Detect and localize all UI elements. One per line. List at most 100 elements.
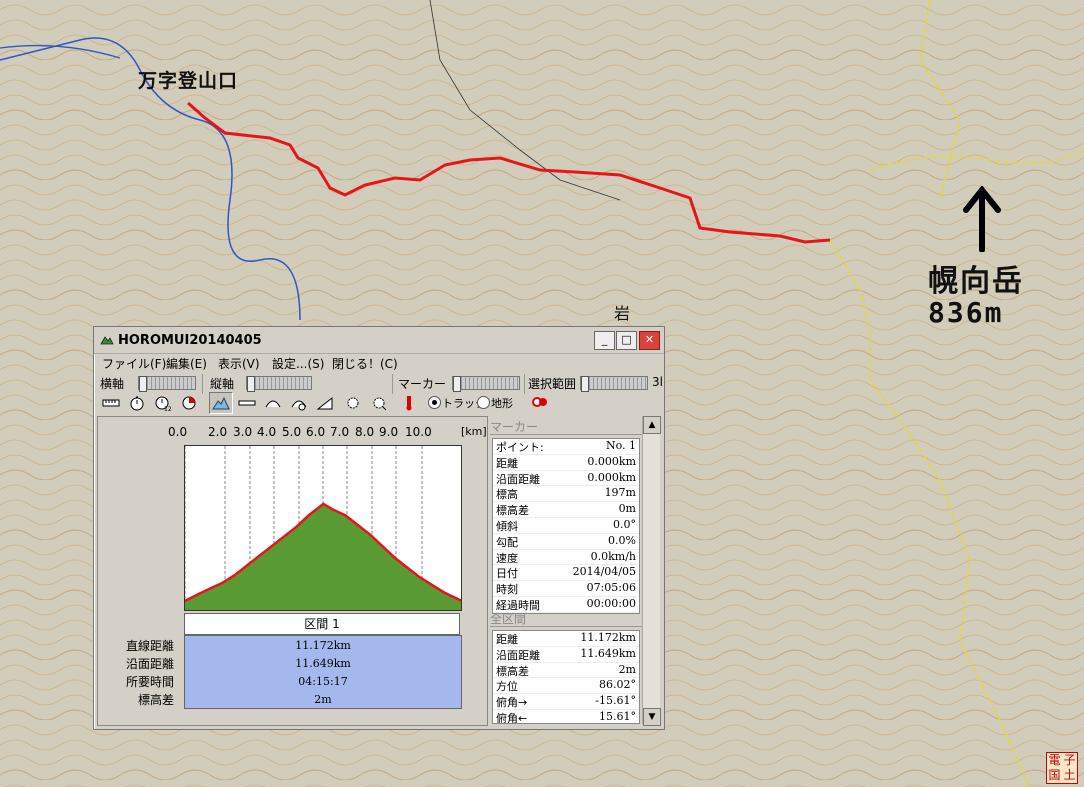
marker-label: マーカー (398, 377, 447, 391)
slope-icon[interactable] (313, 392, 337, 414)
selection-range-slider[interactable] (580, 376, 648, 392)
title-bar[interactable]: HOROMUI20140405 _ □ ✕ (94, 327, 664, 354)
peak-name-label: 幌向岳 (928, 264, 1024, 299)
info-value: 0.0° (613, 517, 636, 531)
trailhead-label: 万字登山口 (138, 70, 239, 92)
horizontal-ruler-icon[interactable] (235, 392, 259, 414)
info-panel: マーカー ポイント: No. 1 距離 0.000km 沿面距離 0.000km 標高 197… (490, 416, 642, 724)
x-tick-label: 5.0 (282, 425, 302, 439)
elevation-diff-value: 2m (314, 693, 332, 706)
elevation-point (196, 593, 199, 596)
info-value: 07:05:06 (586, 581, 636, 595)
section-header[interactable]: 区間 1 (184, 613, 460, 635)
info-row: 沿面距離 0.000km (493, 471, 639, 487)
elevation-point (406, 566, 409, 569)
profile-window: HOROMUI20140405 _ □ ✕ ファイル(F) 編集(E) 表示(V… (93, 326, 665, 730)
elevation-point (430, 583, 434, 587)
horizontal-axis-label: 横軸 (100, 377, 125, 391)
menu-settings[interactable]: 設定...(S) (272, 355, 324, 372)
menu-view[interactable]: 表示(V) (218, 355, 260, 372)
minimize-button[interactable]: _ (594, 331, 615, 350)
slider-knob[interactable] (581, 376, 589, 392)
surface-distance-value: 11.649km (295, 657, 351, 670)
info-value: 2m (618, 662, 636, 676)
info-key: 俯角→ (496, 696, 528, 710)
elevation-profile-chart[interactable] (184, 445, 462, 611)
map-stamp: 電 子 国 土 (1046, 752, 1078, 784)
info-value: 11.172km (580, 631, 636, 644)
pie-icon[interactable] (177, 392, 201, 414)
info-scrollbar[interactable]: ▲ ▼ (642, 416, 661, 726)
terrain-radio[interactable] (477, 396, 490, 409)
elevation-point (332, 508, 335, 511)
info-row: 距離 0.000km (493, 455, 639, 471)
slider-knob[interactable] (247, 376, 255, 392)
info-value: 197m (604, 486, 636, 500)
horizontal-axis-slider[interactable] (138, 376, 196, 392)
slider-knob[interactable] (139, 376, 147, 392)
scroll-down-button[interactable]: ▼ (643, 708, 661, 726)
slider-knob[interactable] (453, 376, 461, 392)
x-tick-label: 9.0 (379, 425, 399, 439)
info-row: 俯角→ -15.61° (493, 694, 639, 710)
thermometer-icon[interactable] (397, 392, 421, 414)
cutoff-label: 3l (652, 375, 663, 389)
marker-slider[interactable] (452, 376, 520, 392)
gear-cursor-alt-icon[interactable] (367, 392, 391, 414)
info-key: 日付 (496, 567, 518, 581)
x-axis-ticks: 0.0 2.0 3.0 4.0 5.0 6.0 7.0 8.0 9.0 10.0 (168, 425, 484, 441)
straight-distance-label: 直線距離 (125, 639, 174, 653)
info-row: 方位 86.02° (493, 678, 639, 695)
info-key: 沿面距離 (496, 472, 540, 486)
menu-edit[interactable]: 編集(E) (166, 355, 207, 372)
svg-text:123: 123 (164, 406, 172, 411)
menu-close[interactable]: 閉じる！(C) (332, 355, 398, 372)
ruler-icon[interactable] (99, 392, 123, 414)
gear-cursor-icon[interactable] (341, 392, 365, 414)
info-row: 標高差 0m (493, 502, 639, 518)
scroll-up-button[interactable]: ▲ (643, 416, 661, 434)
stopwatch-123-icon[interactable]: 123 (151, 392, 175, 414)
x-tick-label: 2.0 (208, 425, 228, 439)
track-radio[interactable] (428, 396, 441, 409)
info-row: 俯角← 15.61° (493, 710, 639, 724)
info-value: No. 1 (605, 439, 636, 452)
info-value: 0.000km (587, 454, 636, 468)
elevation-point (233, 574, 236, 577)
info-row: 日付 2014/04/05 (493, 565, 639, 582)
marker-section-title: マーカー (490, 418, 642, 435)
vertical-axis-slider[interactable] (246, 376, 312, 392)
stamp-char: 土 (1063, 768, 1076, 782)
stopwatch-icon[interactable] (125, 392, 149, 414)
speed-meter-icon[interactable] (287, 392, 311, 414)
rock-label: 岩 (614, 304, 631, 323)
duration-label: 所要時間 (125, 675, 174, 689)
x-tick-label: 3.0 (233, 425, 253, 439)
info-key: 沿面距離 (496, 648, 540, 662)
info-value: 0.000km (587, 470, 636, 484)
x-tick-label: 0.0 (168, 425, 188, 439)
section-summary: 11.172km 11.649km 04:15:17 2m (184, 635, 462, 709)
elevation-point (443, 591, 446, 594)
info-key: 標高差 (496, 664, 529, 678)
x-axis-unit: [km] (461, 425, 487, 438)
info-key: 時刻 (496, 583, 518, 597)
stamp-char: 子 (1063, 753, 1076, 767)
elevation-point (369, 533, 372, 536)
elevation-point (344, 514, 347, 517)
elevation-point (257, 554, 261, 558)
maximize-button[interactable]: □ (616, 331, 637, 350)
info-value: 0m (618, 502, 636, 516)
info-key: 俯角← (496, 711, 528, 724)
x-tick-label: 6.0 (306, 425, 326, 439)
elevation-point (322, 502, 325, 506)
menu-file[interactable]: ファイル(F) (102, 355, 166, 372)
x-tick-label: 7.0 (330, 425, 350, 439)
info-key: 速度 (496, 551, 518, 565)
close-button[interactable]: ✕ (639, 331, 660, 350)
arc-icon[interactable] (261, 392, 285, 414)
info-row: 速度 0.0km/h (493, 550, 639, 566)
mountain-profile-icon[interactable] (209, 392, 233, 414)
info-row: 標高 197m (493, 486, 639, 503)
marker-pin-icon[interactable] (528, 392, 552, 414)
